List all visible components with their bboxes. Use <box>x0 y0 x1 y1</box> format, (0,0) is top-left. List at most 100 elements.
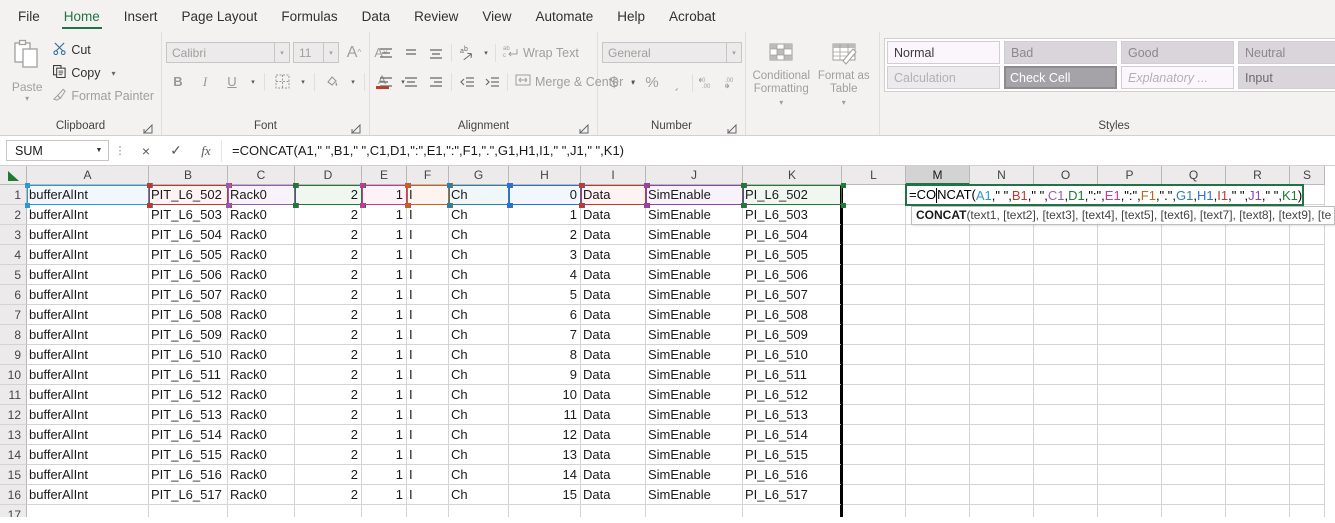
cell-L7[interactable] <box>842 305 906 325</box>
cell-K2[interactable]: PI_L6_503 <box>743 205 842 225</box>
cell-S13[interactable] <box>1290 425 1325 445</box>
cell-P5[interactable] <box>1098 265 1162 285</box>
cell-C15[interactable]: Rack0 <box>228 465 295 485</box>
cell-K7[interactable]: PI_L6_508 <box>743 305 842 325</box>
cell-O4[interactable] <box>1034 245 1098 265</box>
column-header-F[interactable]: F <box>407 166 449 185</box>
cell-H11[interactable]: 10 <box>509 385 581 405</box>
ribbon-tab-file[interactable]: File <box>6 0 52 32</box>
cell-I1[interactable]: Data <box>581 185 646 205</box>
cell-O12[interactable] <box>1034 405 1098 425</box>
cell-Q12[interactable] <box>1162 405 1226 425</box>
cell-N11[interactable] <box>970 385 1034 405</box>
cell-A9[interactable]: bufferAlInt <box>27 345 149 365</box>
align-middle-button[interactable] <box>399 41 423 65</box>
cell-Q8[interactable] <box>1162 325 1226 345</box>
cell-K8[interactable]: PI_L6_509 <box>743 325 842 345</box>
cell-F4[interactable]: I <box>407 245 449 265</box>
cell-O15[interactable] <box>1034 465 1098 485</box>
column-header-L[interactable]: L <box>842 166 906 185</box>
increase-font-size-button[interactable]: A^ <box>342 41 366 65</box>
cell-P17[interactable] <box>1098 505 1162 517</box>
cell-P9[interactable] <box>1098 345 1162 365</box>
cell-N12[interactable] <box>970 405 1034 425</box>
cell-N8[interactable] <box>970 325 1034 345</box>
cell-N17[interactable] <box>970 505 1034 517</box>
clipboard-dialog-launcher-icon[interactable] <box>143 124 153 134</box>
cell-H14[interactable]: 13 <box>509 445 581 465</box>
cell-L10[interactable] <box>842 365 906 385</box>
cell-J14[interactable]: SimEnable <box>646 445 743 465</box>
row-header-4[interactable]: 4 <box>0 245 27 265</box>
cell-N16[interactable] <box>970 485 1034 505</box>
cell-J3[interactable]: SimEnable <box>646 225 743 245</box>
cell-L9[interactable] <box>842 345 906 365</box>
align-center-button[interactable] <box>399 70 423 94</box>
cell-H1[interactable]: 0 <box>509 185 581 205</box>
cell-O16[interactable] <box>1034 485 1098 505</box>
format-as-table-button[interactable]: Format as Table ▾ <box>813 39 876 109</box>
cell-D1[interactable]: 2 <box>295 185 362 205</box>
cell-E9[interactable]: 1 <box>362 345 407 365</box>
cell-F9[interactable]: I <box>407 345 449 365</box>
cell-O10[interactable] <box>1034 365 1098 385</box>
cell-H17[interactable] <box>509 505 581 517</box>
cell-S6[interactable] <box>1290 285 1325 305</box>
cell-B17[interactable] <box>149 505 228 517</box>
cell-C11[interactable]: Rack0 <box>228 385 295 405</box>
cell-I14[interactable]: Data <box>581 445 646 465</box>
name-box[interactable]: SUM ▼ <box>6 140 109 161</box>
cell-R12[interactable] <box>1226 405 1290 425</box>
cell-style-check-cell[interactable]: Check Cell <box>1004 66 1117 89</box>
cell-G5[interactable]: Ch <box>449 265 509 285</box>
cell-J2[interactable]: SimEnable <box>646 205 743 225</box>
cell-M6[interactable] <box>906 285 970 305</box>
cell-G11[interactable]: Ch <box>449 385 509 405</box>
cell-E12[interactable]: 1 <box>362 405 407 425</box>
cell-D10[interactable]: 2 <box>295 365 362 385</box>
cell-A16[interactable]: bufferAlInt <box>27 485 149 505</box>
cell-Q15[interactable] <box>1162 465 1226 485</box>
cell-N15[interactable] <box>970 465 1034 485</box>
cell-L3[interactable] <box>842 225 906 245</box>
cell-E7[interactable]: 1 <box>362 305 407 325</box>
cell-C12[interactable]: Rack0 <box>228 405 295 425</box>
cell-J13[interactable]: SimEnable <box>646 425 743 445</box>
cell-R3[interactable] <box>1226 225 1290 245</box>
cell-K5[interactable]: PI_L6_506 <box>743 265 842 285</box>
cell-G9[interactable]: Ch <box>449 345 509 365</box>
cell-K1[interactable]: PI_L6_502 <box>743 185 842 205</box>
cell-K17[interactable] <box>743 505 842 517</box>
cell-M16[interactable] <box>906 485 970 505</box>
cell-B15[interactable]: PIT_L6_516 <box>149 465 228 485</box>
cell-B16[interactable]: PIT_L6_517 <box>149 485 228 505</box>
cell-Q7[interactable] <box>1162 305 1226 325</box>
cell-O13[interactable] <box>1034 425 1098 445</box>
cell-R8[interactable] <box>1226 325 1290 345</box>
cell-A12[interactable]: bufferAlInt <box>27 405 149 425</box>
cell-N14[interactable] <box>970 445 1034 465</box>
cell-L13[interactable] <box>842 425 906 445</box>
cell-D4[interactable]: 2 <box>295 245 362 265</box>
cell-C13[interactable]: Rack0 <box>228 425 295 445</box>
cell-G17[interactable] <box>449 505 509 517</box>
cell-D14[interactable]: 2 <box>295 445 362 465</box>
cell-S17[interactable] <box>1290 505 1325 517</box>
cell-L4[interactable] <box>842 245 906 265</box>
cell-O7[interactable] <box>1034 305 1098 325</box>
cell-B1[interactable]: PIT_L6_502 <box>149 185 228 205</box>
cell-S3[interactable] <box>1290 225 1325 245</box>
column-header-C[interactable]: C <box>228 166 295 185</box>
cell-H10[interactable]: 9 <box>509 365 581 385</box>
ribbon-tab-automate[interactable]: Automate <box>523 0 605 32</box>
font-size-chevron-down-icon[interactable]: ▾ <box>323 43 338 62</box>
cell-O11[interactable] <box>1034 385 1098 405</box>
cell-G1[interactable]: Ch <box>449 185 509 205</box>
column-header-P[interactable]: P <box>1098 166 1162 185</box>
row-header-8[interactable]: 8 <box>0 325 27 345</box>
cell-C1[interactable]: Rack0 <box>228 185 295 205</box>
cell-G13[interactable]: Ch <box>449 425 509 445</box>
cell-styles-gallery[interactable]: Normal Bad Good Neutral Calculation Chec… <box>884 38 1335 92</box>
cell-O8[interactable] <box>1034 325 1098 345</box>
column-header-E[interactable]: E <box>362 166 407 185</box>
